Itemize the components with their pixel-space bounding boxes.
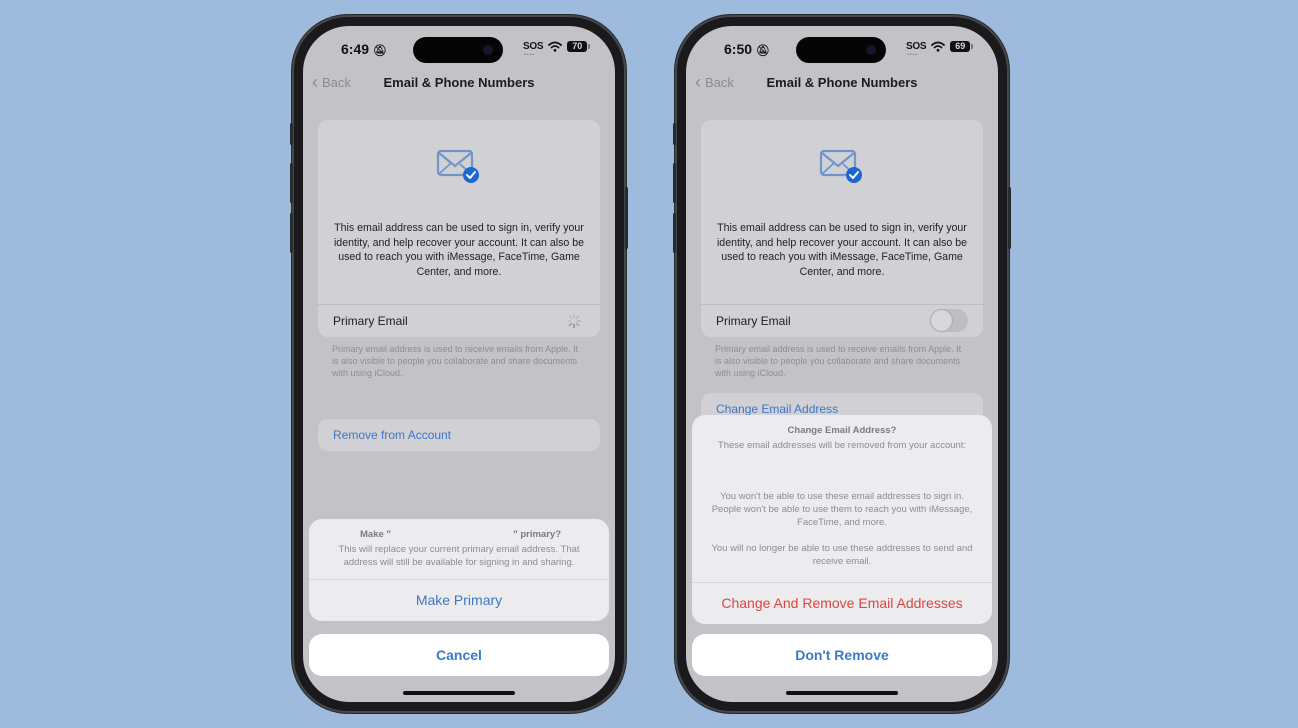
change-email-address-label: Change Email Address (716, 402, 839, 416)
home-indicator[interactable] (403, 691, 515, 695)
sos-indicator: SOS (906, 41, 927, 60)
cancel-button[interactable]: Cancel (309, 634, 609, 676)
sheet-message-2: You will no longer be able to use these … (711, 543, 973, 567)
sheet-subtitle: These email addresses will be removed fr… (717, 440, 967, 451)
home-indicator[interactable] (786, 691, 898, 695)
sheet-message-1: You won't be able to use these email add… (711, 491, 973, 528)
status-time: 6:50 🔕︎ (724, 41, 770, 57)
camera-icon (483, 45, 493, 55)
action-button (673, 123, 676, 145)
wifi-icon (931, 41, 946, 52)
sheet-message: This will replace your current primary e… (338, 544, 580, 568)
phone-right: 6:50 🔕︎ SOS 69 ‹ Back Email & Phone Numb… (673, 15, 1011, 713)
page-title: Email & Phone Numbers (766, 75, 918, 90)
status-indicators: SOS 70 (523, 41, 591, 60)
toggle-knob (931, 310, 952, 331)
email-info-card: This email address can be used to sign i… (318, 120, 600, 337)
sheet-title: Make " " primary? (360, 529, 561, 540)
screen: 6:50 🔕︎ SOS 69 ‹ Back Email & Phone Numb… (686, 26, 998, 702)
primary-email-label: Primary Email (333, 314, 408, 328)
divider (701, 304, 983, 305)
bell-slash-icon: 🔕︎ (372, 45, 387, 57)
volume-down-button (673, 213, 676, 253)
wifi-icon (548, 41, 563, 52)
primary-email-label: Primary Email (716, 314, 791, 328)
divider (318, 304, 600, 305)
dynamic-island (796, 37, 886, 63)
email-info-card: This email address can be used to sign i… (701, 120, 983, 337)
volume-up-button (673, 163, 676, 203)
phone-left: 6:49 🔕︎ SOS 70 ‹ Back Email & Phone Numb… (290, 15, 628, 713)
info-text: This email address can be used to sign i… (716, 222, 968, 278)
status-indicators: SOS 69 (906, 41, 974, 60)
primary-email-footnote: Primary email address is used to receive… (715, 344, 962, 378)
side-button (1008, 187, 1011, 249)
volume-down-button (290, 213, 293, 253)
volume-up-button (290, 163, 293, 203)
battery-icon: 69 (950, 41, 974, 52)
dont-remove-button[interactable]: Don't Remove (692, 634, 992, 676)
side-button (625, 187, 628, 249)
action-button (290, 123, 293, 145)
envelope-check-icon (436, 149, 479, 183)
status-time: 6:49 🔕︎ (341, 41, 387, 57)
primary-email-toggle[interactable] (930, 309, 968, 332)
remove-from-account-row[interactable]: Remove from Account (318, 419, 600, 451)
envelope-check-icon (819, 149, 862, 183)
page-title: Email & Phone Numbers (383, 75, 535, 90)
change-email-sheet: Change Email Address? These email addres… (692, 415, 992, 624)
dynamic-island (413, 37, 503, 63)
sos-indicator: SOS (523, 41, 544, 60)
screen: 6:49 🔕︎ SOS 70 ‹ Back Email & Phone Numb… (303, 26, 615, 702)
nav-bar: ‹ Back Email & Phone Numbers (686, 73, 998, 95)
camera-icon (866, 45, 876, 55)
battery-icon: 70 (567, 41, 591, 52)
info-text: This email address can be used to sign i… (333, 222, 585, 278)
make-primary-sheet: Make " " primary? This will replace your… (309, 519, 609, 621)
sheet-title: Change Email Address? (787, 425, 897, 436)
bell-slash-icon: 🔕︎ (755, 45, 770, 57)
make-primary-button[interactable]: Make Primary (309, 579, 609, 621)
change-and-remove-button[interactable]: Change And Remove Email Addresses (692, 582, 992, 624)
nav-bar: ‹ Back Email & Phone Numbers (303, 73, 615, 95)
primary-email-footnote: Primary email address is used to receive… (332, 344, 579, 378)
remove-from-account-label: Remove from Account (333, 428, 452, 442)
loading-spinner-icon (566, 313, 582, 329)
